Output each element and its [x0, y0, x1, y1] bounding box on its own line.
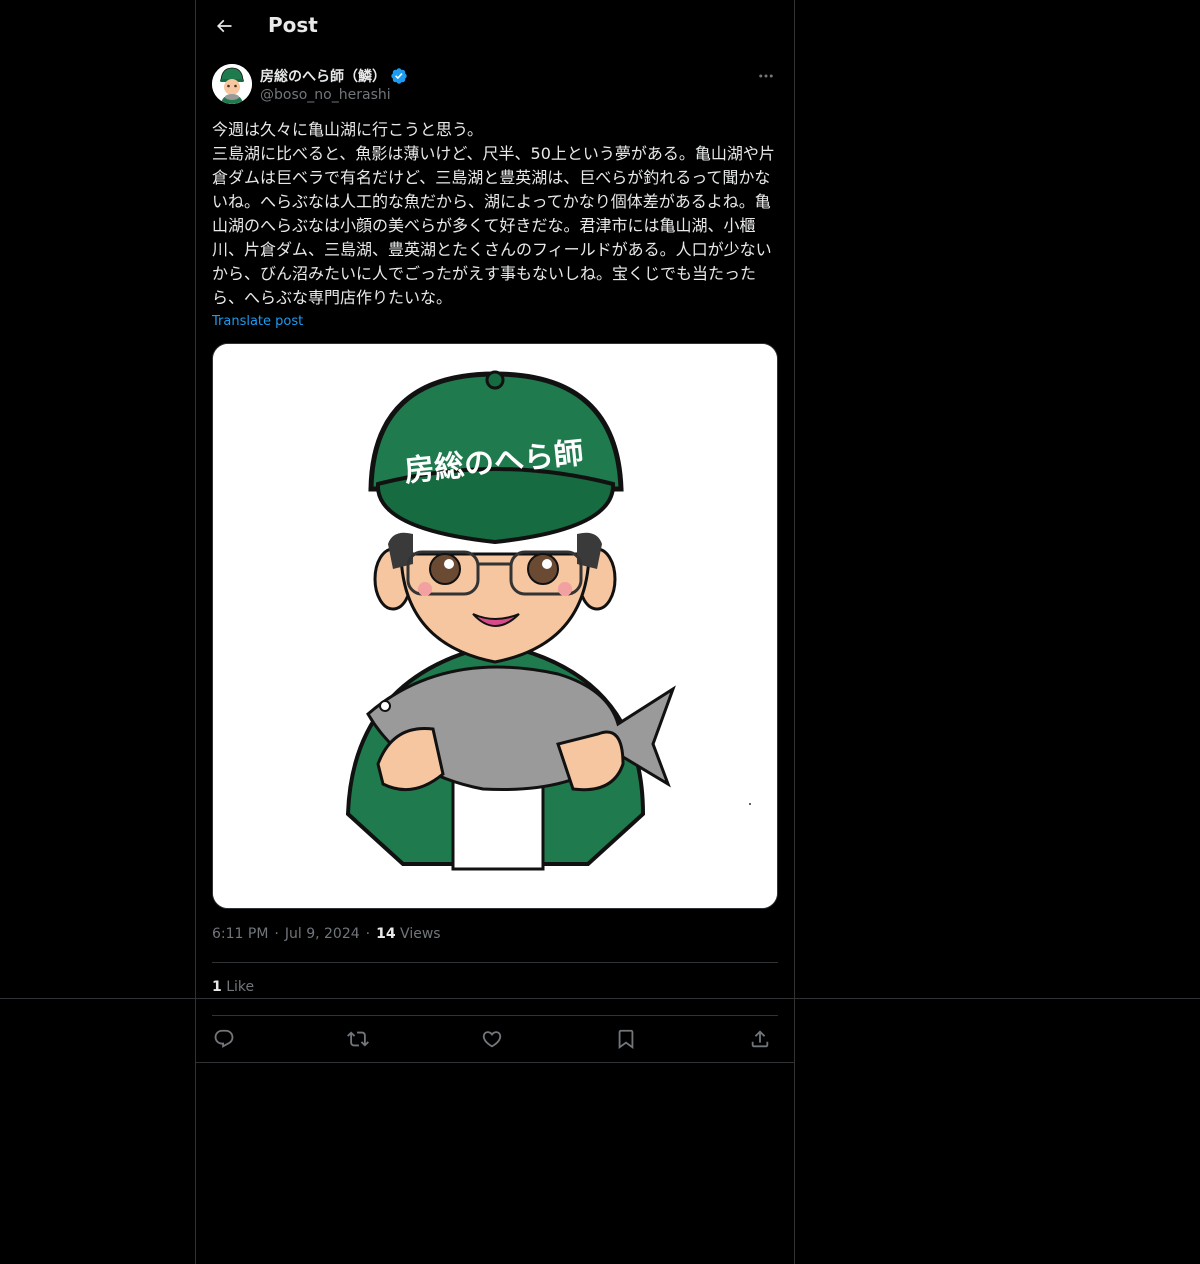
likes-count: 1 [212, 979, 222, 995]
post-media-image[interactable]: 房総のへら師 [212, 343, 778, 909]
reply-icon [214, 1029, 234, 1048]
post-time[interactable]: 6:11 PM [212, 926, 268, 942]
post-actions [212, 1016, 778, 1062]
likes-stat[interactable]: 1 Like [212, 979, 254, 995]
display-name[interactable]: 房総のへら師（鱗） [260, 66, 408, 86]
avatar-image [212, 64, 252, 104]
repost-icon [347, 1031, 369, 1047]
verified-badge-icon [391, 68, 407, 84]
like-button[interactable] [480, 1027, 504, 1051]
post-text: 今週は久々に亀山湖に行こうと思う。 三島湖に比べると、魚影は薄いけど、尺半、50… [212, 120, 775, 307]
avatar[interactable] [212, 64, 252, 104]
more-options-button[interactable] [754, 66, 778, 86]
bookmark-button[interactable] [614, 1027, 638, 1051]
divider [212, 962, 778, 963]
post-author: 房総のへら師（鱗） @boso_no_herashi [212, 64, 778, 108]
meta-separator: · [274, 926, 279, 942]
page-title: Post [268, 13, 318, 37]
angler-illustration: 房総のへら師 [213, 344, 777, 908]
page-header: Post [196, 0, 794, 53]
share-icon [751, 1030, 769, 1048]
author-handle[interactable]: @boso_no_herashi [260, 87, 391, 103]
display-name-text: 房総のへら師（鱗） [260, 69, 386, 85]
back-button[interactable] [210, 12, 238, 40]
views-label: Views [400, 926, 441, 942]
more-horizontal-icon [759, 74, 773, 78]
like-icon [482, 1031, 502, 1048]
meta-separator: · [365, 926, 371, 942]
translate-post-link[interactable]: Translate post [212, 314, 303, 329]
share-button[interactable] [748, 1027, 772, 1051]
repost-button[interactable] [346, 1027, 370, 1051]
post-column: Post 房総のへら師（鱗） @boso_no_herashi 今週は久々に亀山… [195, 0, 795, 1264]
likes-label: Like [226, 979, 255, 995]
post-date[interactable]: Jul 9, 2024 [285, 926, 360, 942]
bookmark-icon [618, 1029, 634, 1050]
arrow-left-icon [216, 19, 232, 33]
post-metadata: 6:11 PM · Jul 9, 2024 · 14 Views [212, 926, 441, 942]
divider [196, 1062, 794, 1063]
views-count: 14 [376, 926, 396, 942]
reply-button[interactable] [212, 1027, 236, 1051]
